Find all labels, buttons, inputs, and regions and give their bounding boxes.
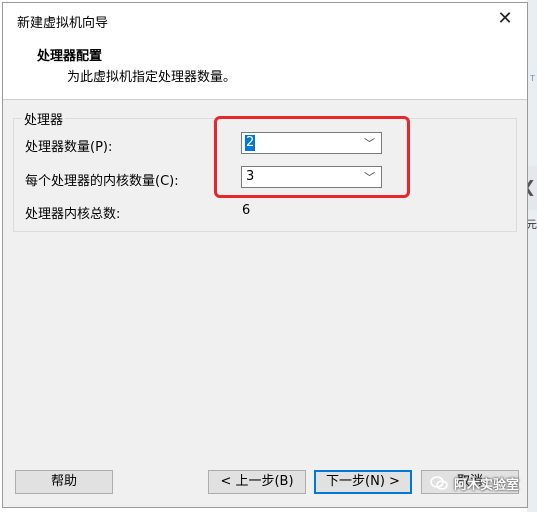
total-cores-value: 6 (242, 203, 251, 218)
wizard-header: 处理器配置 为此虚拟机指定处理器数量。 (3, 37, 527, 100)
background-text: T (530, 74, 535, 83)
next-button[interactable]: 下一步(N) > (314, 470, 412, 494)
annotation-highlight-box (214, 116, 410, 198)
wechat-icon (430, 476, 448, 490)
new-vm-wizard-dialog: 新建虚拟机向导 ✕ 处理器配置 为此虚拟机指定处理器数量。 (2, 2, 528, 508)
page-subtitle: 为此虚拟机指定处理器数量。 (67, 70, 237, 85)
processor-group-label: 处理器 (22, 109, 66, 128)
back-button[interactable]: < 上一步(B) (208, 470, 306, 494)
close-button[interactable]: ✕ (483, 3, 527, 37)
watermark-text: 阿木实验室 (454, 478, 520, 493)
close-icon: ✕ (497, 8, 513, 29)
cores-per-processor-label: 每个处理器的内核数量(C): (25, 174, 179, 189)
page-title: 处理器配置 (37, 49, 103, 64)
processor-count-label: 处理器数量(P): (25, 140, 113, 155)
dialog-title: 新建虚拟机向导 (17, 16, 109, 31)
help-button[interactable]: 帮助 (15, 470, 113, 494)
total-cores-label: 处理器内核总数: (25, 207, 121, 222)
title-bar: 新建虚拟机向导 ✕ (3, 3, 527, 37)
